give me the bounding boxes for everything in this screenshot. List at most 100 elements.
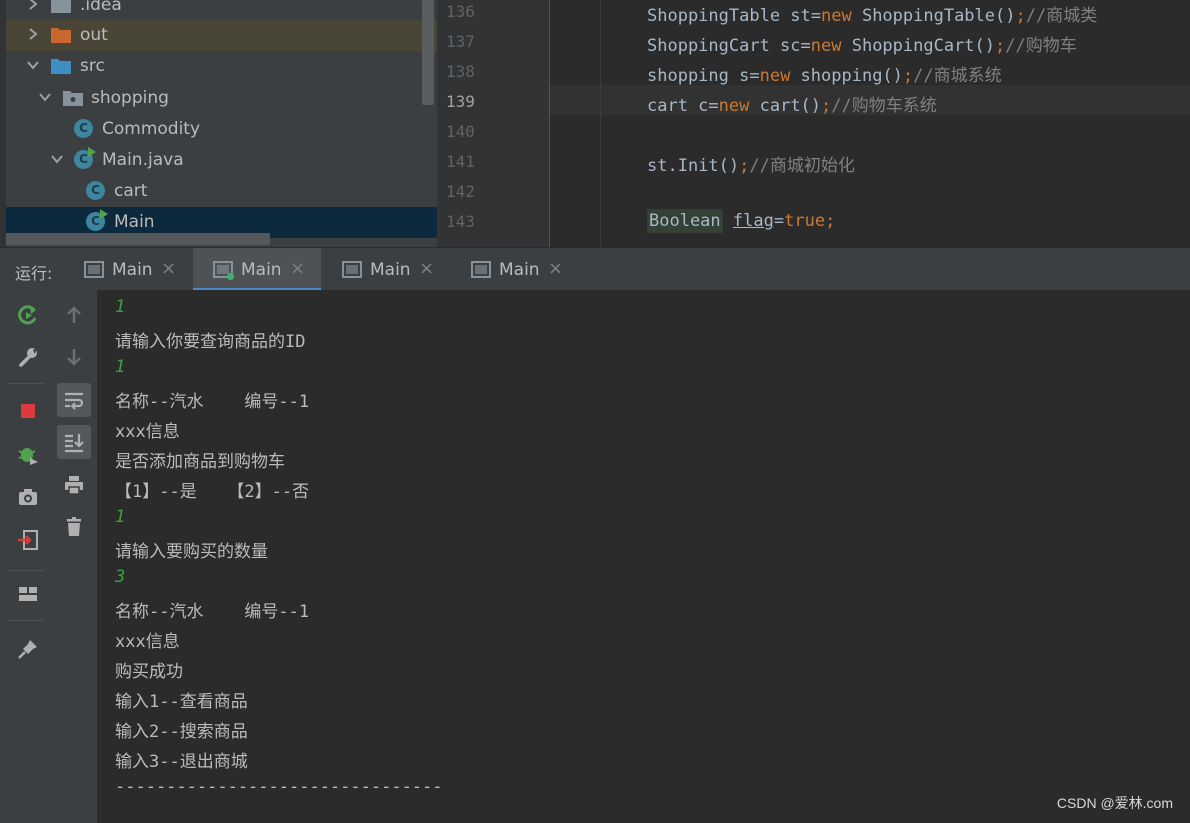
line-number-current: 139 (446, 92, 475, 111)
run-tab[interactable]: Main × (451, 248, 579, 291)
run-tab-label: Main (241, 260, 282, 280)
tree-vertical-scrollbar[interactable] (422, 0, 434, 105)
console-output-line: 购买成功 (115, 662, 183, 682)
run-tab-active[interactable]: Main × (193, 248, 321, 291)
run-tab[interactable]: Main × (322, 248, 450, 291)
package-icon (62, 88, 84, 108)
arrow-up-icon[interactable] (57, 298, 91, 332)
class-icon: C (74, 119, 96, 139)
tree-item-cart[interactable]: C cart (6, 176, 437, 207)
console-output-line: 名称--汽水 编号--1 (115, 392, 310, 412)
arrow-down-icon[interactable] (57, 340, 91, 374)
pin-icon[interactable] (11, 632, 45, 666)
tree-item-main-java[interactable]: C Main.java (6, 145, 437, 176)
line-number: 140 (446, 122, 475, 141)
exit-icon[interactable] (11, 523, 45, 557)
tree-horizontal-scrollbar[interactable] (6, 233, 270, 245)
code-line[interactable]: ShoppingCart sc=new ShoppingCart();//购物车 (647, 31, 1077, 56)
console-output[interactable]: 1 请输入你要查询商品的ID 1 名称--汽水 编号--1 xxx信息 是否添加… (97, 290, 1190, 823)
console-input-line: 1 (115, 357, 126, 377)
code-comment: //购物车系统 (831, 96, 937, 116)
layout-icon[interactable] (11, 577, 45, 611)
code-text: cart() (749, 96, 822, 116)
code-text: cart c= (647, 96, 719, 116)
rerun-icon[interactable] (11, 298, 45, 332)
toolbar-separator (8, 620, 44, 621)
code-text: ShoppingCart() (841, 36, 996, 56)
console-output-line: -------------------------------- (115, 777, 443, 797)
console-output-line: 输入3--退出商城 (115, 752, 248, 772)
code-line[interactable]: Boolean flag=true; (647, 209, 835, 233)
chevron-down-icon[interactable] (26, 57, 40, 71)
trash-icon[interactable] (57, 510, 91, 544)
toolbar-separator (8, 383, 44, 384)
folder-icon (50, 56, 72, 76)
code-comment: //商城初始化 (749, 156, 855, 176)
running-indicator-icon (227, 273, 234, 280)
console-window-icon (471, 261, 491, 278)
line-number: 142 (446, 182, 475, 201)
indent-guide (600, 0, 601, 247)
chevron-right-icon[interactable] (26, 0, 40, 10)
line-number-gutter: 136 137 138 139 140 141 142 143 (437, 0, 550, 247)
runnable-class-icon: C (86, 209, 108, 232)
run-label: 运行: (15, 264, 53, 283)
console-output-line: xxx信息 (115, 632, 180, 652)
runnable-class-icon: C (74, 147, 96, 170)
chevron-down-icon[interactable] (50, 151, 64, 165)
tree-item-label: .idea (80, 0, 122, 15)
line-number: 143 (446, 212, 475, 231)
run-toolbar-secondary (52, 290, 97, 823)
watermark: CSDN @爱林.com (1056, 795, 1173, 811)
close-icon[interactable]: × (548, 258, 563, 279)
code-variable: flag (732, 211, 774, 231)
soft-wrap-icon[interactable] (57, 383, 91, 417)
class-icon: C (86, 181, 108, 201)
code-keyword: true (784, 211, 826, 231)
chevron-down-icon[interactable] (38, 89, 52, 103)
code-line-current[interactable]: cart c=new cart();//购物车系统 (647, 91, 937, 116)
code-comment: //商城系统 (913, 66, 1002, 86)
tree-item-idea[interactable]: .idea (6, 0, 437, 21)
close-icon[interactable]: × (290, 258, 305, 279)
stop-icon[interactable] (11, 394, 45, 428)
console-output-line: 名称--汽水 编号--1 (115, 602, 310, 622)
code-keyword: new (810, 36, 842, 56)
tree-item-label: Commodity (102, 119, 201, 139)
tree-item-commodity[interactable]: C Commodity (6, 114, 437, 145)
tree-item-shopping[interactable]: shopping (6, 83, 437, 114)
tree-item-out[interactable]: out (6, 20, 437, 51)
wrench-icon[interactable] (11, 340, 45, 374)
scroll-to-end-icon[interactable] (57, 425, 91, 459)
toolbar-separator (8, 570, 44, 571)
code-semicolon: ; (821, 96, 832, 116)
console-output-line: 请输入你要查询商品的ID (115, 332, 306, 352)
run-tab[interactable]: Main × (64, 248, 192, 291)
run-tab-label: Main (499, 260, 540, 280)
camera-icon[interactable] (11, 480, 45, 514)
console-window-icon (84, 261, 104, 278)
code-line[interactable]: ShoppingTable st=new ShoppingTable();//商… (647, 1, 1097, 26)
run-toolbar-primary (0, 290, 53, 823)
code-text: ShoppingTable st= (647, 6, 821, 26)
console-output-line: 【1】--是 【2】--否 (115, 482, 310, 502)
code-semicolon: ; (1015, 6, 1026, 26)
code-semicolon: ; (739, 156, 750, 176)
code-text: st.Init() (647, 156, 740, 176)
debug-icon[interactable] (11, 437, 45, 471)
print-icon[interactable] (57, 468, 91, 502)
code-text: ShoppingCart sc= (647, 36, 811, 56)
close-icon[interactable]: × (419, 258, 434, 279)
tree-item-src[interactable]: src (6, 51, 437, 82)
tree-item-label: Main.java (102, 150, 184, 170)
console-output-line: 输入2--搜索商品 (115, 722, 248, 742)
close-icon[interactable]: × (161, 258, 176, 279)
line-number: 137 (446, 32, 475, 51)
code-line[interactable]: st.Init();//商城初始化 (647, 151, 855, 176)
code-text: ShoppingTable() (851, 6, 1016, 26)
code-editor[interactable]: 136 137 138 139 140 141 142 143 Shopping… (437, 0, 1190, 247)
chevron-right-icon[interactable] (26, 26, 40, 40)
code-type-highlighted: Boolean (647, 209, 723, 233)
tree-item-label: src (80, 56, 105, 76)
code-line[interactable]: shopping s=new shopping();//商城系统 (647, 61, 1002, 86)
